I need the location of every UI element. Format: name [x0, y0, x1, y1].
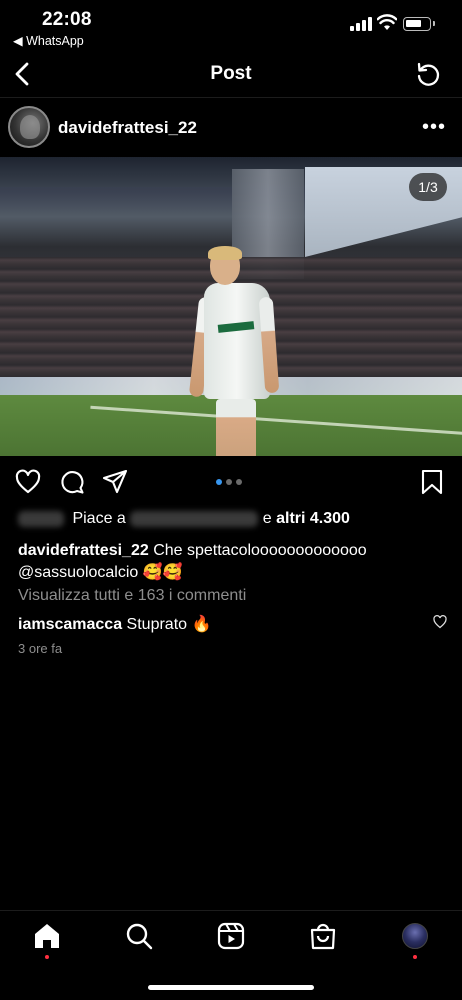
caption-emoji: 🥰🥰: [142, 564, 183, 581]
likes-prefix: Piace a: [72, 510, 126, 527]
caption-text: Che spettacolooooooooooooo: [153, 542, 367, 559]
post-photo[interactable]: 1/3: [0, 157, 462, 456]
carousel-dot: [226, 479, 232, 485]
home-indicator: [148, 985, 314, 990]
profile-avatar[interactable]: [402, 923, 428, 949]
carousel-indicator: [216, 479, 248, 487]
likes-suffix: e: [262, 510, 272, 527]
caption-username[interactable]: davidefrattesi_22: [18, 542, 149, 559]
bottom-tab-bar: [0, 910, 462, 1000]
user-avatar[interactable]: [8, 106, 50, 148]
refresh-icon[interactable]: [414, 60, 442, 88]
search-icon[interactable]: [124, 921, 154, 951]
share-icon[interactable]: [101, 468, 129, 496]
battery-icon: [403, 17, 435, 31]
carousel-dot: [236, 479, 242, 485]
top-comment: iamscamacca Stuprato 🔥: [18, 614, 211, 634]
reels-icon[interactable]: [216, 921, 246, 951]
profile-notification-dot: [413, 955, 417, 959]
likes-others[interactable]: altri 4.300: [276, 510, 350, 527]
post-caption: davidefrattesi_22 Che spettacolooooooooo…: [18, 540, 438, 584]
wifi-icon: [377, 14, 397, 30]
photo-page-badge: 1/3: [409, 173, 447, 201]
likes-line[interactable]: Piace a e altri 4.300: [18, 510, 448, 532]
comment-text: Stuprato 🔥: [126, 616, 212, 633]
status-time: 22:08: [42, 9, 92, 30]
status-bar: 22:08 ◀ WhatsApp: [0, 0, 462, 52]
redacted-username: [130, 510, 259, 527]
heart-icon[interactable]: [14, 468, 42, 496]
bookmark-icon[interactable]: [418, 468, 446, 496]
back-to-whatsapp-link[interactable]: ◀ WhatsApp: [13, 33, 84, 48]
page-title: Post: [210, 63, 252, 84]
post-timestamp: 3 ore fa: [18, 641, 63, 656]
more-icon[interactable]: •••: [422, 117, 446, 137]
photo-player: [188, 246, 288, 456]
caption-mention[interactable]: @sassuolocalcio: [18, 564, 138, 581]
cellular-signal-icon: [350, 17, 372, 31]
comment-username[interactable]: iamscamacca: [18, 616, 122, 633]
post-actions: [0, 462, 462, 504]
comment-icon[interactable]: [58, 468, 86, 496]
comment-like-icon[interactable]: [432, 614, 448, 630]
nav-bar: Post: [0, 52, 462, 98]
post-username[interactable]: davidefrattesi_22: [58, 118, 197, 138]
shop-icon[interactable]: [308, 921, 338, 951]
view-all-comments-link[interactable]: Visualizza tutti e 163 i commenti: [18, 587, 246, 605]
carousel-dot-active: [216, 479, 222, 485]
post-header: davidefrattesi_22 •••: [0, 100, 462, 156]
redacted-avatars: [18, 510, 64, 527]
home-icon[interactable]: [32, 921, 62, 951]
home-notification-dot: [45, 955, 49, 959]
